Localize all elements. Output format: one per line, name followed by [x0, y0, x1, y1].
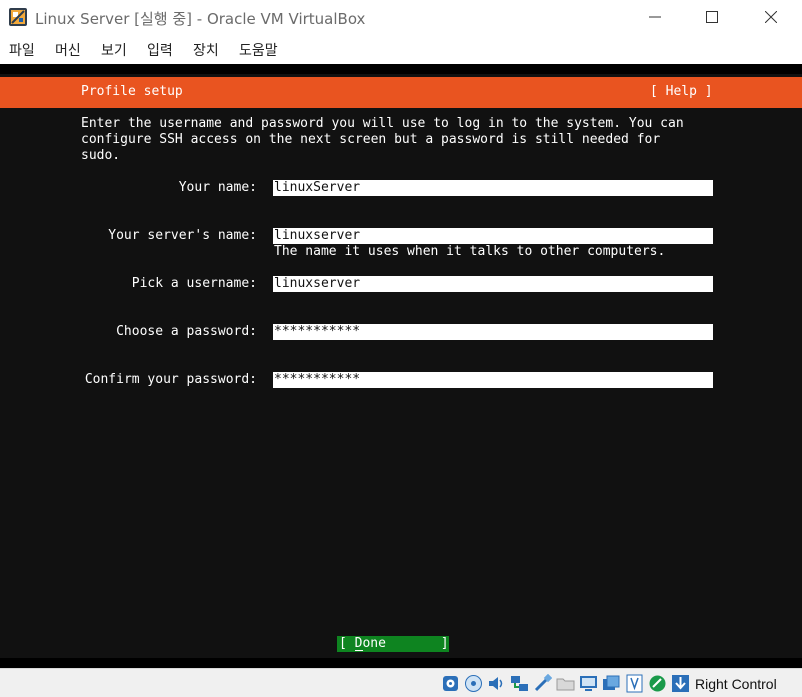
username-input[interactable]: linuxserver: [273, 276, 713, 292]
your-name-value: linuxServer: [274, 180, 361, 195]
menu-view[interactable]: 보기: [101, 40, 127, 60]
your-name-label: Your name:: [178, 180, 257, 195]
confirm-password-value: ***********: [274, 372, 361, 387]
your-name-input[interactable]: linuxServer: [273, 180, 713, 196]
intro-line-2: configure SSH access on the next screen …: [81, 132, 661, 147]
menu-machine[interactable]: 머신: [55, 40, 81, 60]
menu-help[interactable]: 도움말: [239, 40, 278, 60]
network-icon[interactable]: [510, 674, 529, 693]
host-key-label: Right Control: [695, 676, 777, 692]
mouse-integration-icon[interactable]: [648, 674, 667, 693]
shared-folders-icon[interactable]: [556, 674, 575, 693]
virtualbox-icon: [9, 8, 27, 26]
confirm-password-label: Confirm your password:: [84, 372, 257, 387]
display-icon[interactable]: [579, 674, 598, 693]
minimize-button[interactable]: [632, 0, 678, 34]
server-name-hint: The name it uses when it talks to other …: [274, 244, 666, 259]
menu-devices[interactable]: 장치: [193, 40, 219, 60]
minimize-icon: [649, 16, 661, 18]
hard-disk-icon[interactable]: [441, 674, 460, 693]
username-value: linuxserver: [274, 276, 361, 291]
audio-icon[interactable]: [487, 674, 506, 693]
window-titlebar[interactable]: Linux Server [실행 중] - Oracle VM VirtualB…: [0, 0, 802, 34]
keyboard-capture-icon[interactable]: [671, 674, 690, 693]
intro-line-3: sudo.: [81, 148, 121, 163]
server-name-value: linuxserver: [274, 228, 361, 243]
installer-console: Profile setup [ Help ] Enter the usernam…: [0, 74, 802, 658]
maximize-button[interactable]: [689, 0, 735, 34]
page-title: Profile setup: [81, 84, 183, 99]
status-bar: Right Control: [0, 668, 802, 697]
password-input[interactable]: ***********: [273, 324, 713, 340]
optical-drive-icon[interactable]: [464, 674, 483, 693]
installer-header: Profile setup [ Help ]: [0, 77, 802, 108]
usb-icon[interactable]: [533, 673, 553, 693]
help-button[interactable]: [ Help ]: [650, 84, 713, 100]
close-button[interactable]: [748, 0, 794, 34]
password-label: Choose a password:: [116, 324, 257, 339]
server-name-input[interactable]: linuxserver: [273, 228, 713, 244]
close-icon: [765, 11, 777, 23]
password-value: ***********: [274, 324, 361, 339]
server-name-label: Your server's name:: [108, 228, 257, 243]
done-button[interactable]: [ Done ]: [337, 636, 449, 652]
window-title: Linux Server [실행 중] - Oracle VM VirtualB…: [35, 10, 366, 28]
video-capture-icon[interactable]: [602, 674, 621, 693]
vm-display[interactable]: Profile setup [ Help ] Enter the usernam…: [0, 64, 802, 668]
cpu-virtualization-icon[interactable]: [625, 674, 644, 693]
confirm-password-input[interactable]: ***********: [273, 372, 713, 388]
maximize-icon: [706, 11, 718, 23]
done-hotkey-underline: [355, 650, 363, 651]
intro-line-1: Enter the username and password you will…: [81, 116, 684, 131]
menu-input[interactable]: 입력: [147, 40, 173, 60]
username-label: Pick a username:: [131, 276, 257, 291]
menu-file[interactable]: 파일: [9, 40, 35, 60]
menu-bar: 파일 머신 보기 입력 장치 도움말: [0, 34, 802, 64]
